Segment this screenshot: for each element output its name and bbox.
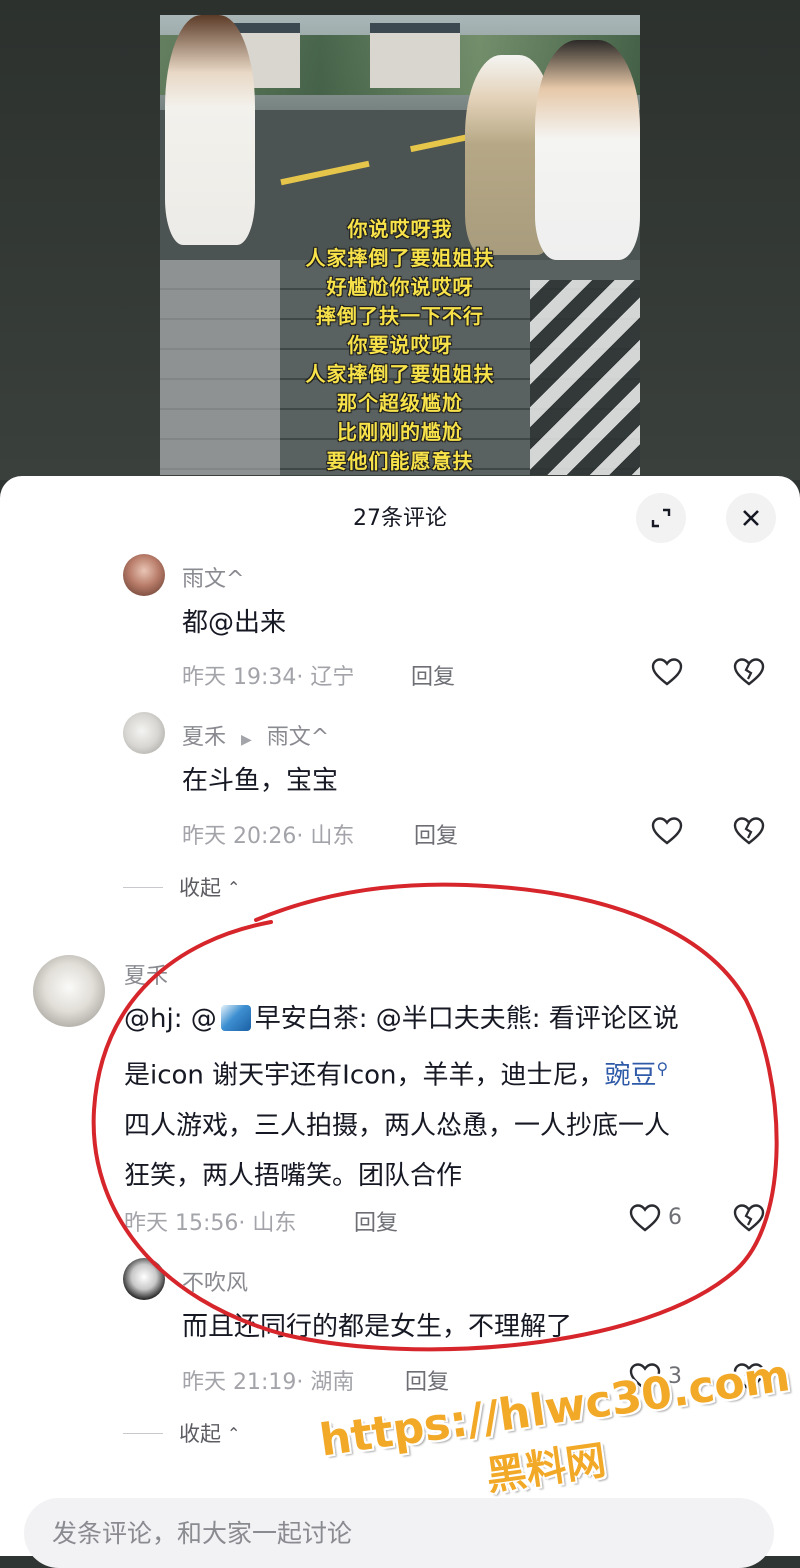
- subtitle-line: 摔倒了扶一下不行: [316, 304, 484, 328]
- divider: [123, 1432, 163, 1434]
- close-icon: [743, 510, 759, 526]
- close-button[interactable]: [726, 493, 776, 543]
- red-annotation-circle: [91, 882, 779, 1352]
- commenter-name[interactable]: 雨文^: [182, 561, 244, 593]
- comment-time-location: 昨天 19:34· 辽宁: [182, 665, 355, 690]
- reply-arrow-icon: ▶: [241, 732, 252, 748]
- like-heart-icon[interactable]: [650, 814, 684, 848]
- reply-button[interactable]: 回复: [405, 1364, 449, 1396]
- video-background: 你说哎呀我 人家摔倒了要姐姐扶 好尴尬你说哎呀 摔倒了扶一下不行 你要说哎呀 人…: [0, 0, 800, 480]
- reply-button[interactable]: 回复: [411, 659, 455, 691]
- commenter-name[interactable]: 夏禾: [182, 725, 226, 750]
- chevron-up-icon: ⌃: [227, 1423, 241, 1443]
- subtitle-line: 要他们能愿意扶: [326, 449, 474, 473]
- subtitle-line: 人家摔倒了要姐姐扶: [305, 246, 495, 270]
- comment-text: 都@出来: [182, 608, 287, 638]
- expand-button[interactable]: [636, 493, 686, 543]
- subtitle-block: 你说哎呀我 人家摔倒了要姐姐扶 好尴尬你说哎呀 摔倒了扶一下不行 你要说哎呀 人…: [160, 215, 640, 475]
- like-heart-icon[interactable]: [650, 655, 684, 689]
- road-marking: [410, 133, 470, 153]
- road-marking: [280, 160, 370, 186]
- comment-time-location: 昨天 21:19· 湖南: [182, 1370, 355, 1395]
- subtitle-line: 你要说哎呀: [347, 333, 453, 357]
- collapse-replies-button[interactable]: 收起 ⌃: [123, 1418, 240, 1448]
- subtitle-line: 比刚刚的尴尬: [337, 420, 463, 444]
- commenter-name-row: 夏禾 ▶ 雨文^: [182, 719, 329, 751]
- reply-target-name[interactable]: 雨文^: [267, 725, 329, 750]
- subtitle-line: 人家摔倒了要姐姐扶: [305, 362, 495, 386]
- dislike-broken-heart-icon[interactable]: [732, 814, 766, 848]
- dislike-broken-heart-icon[interactable]: [732, 655, 766, 689]
- comment-input[interactable]: [50, 1512, 754, 1554]
- subtitle-line: 你说哎呀我: [347, 217, 453, 241]
- expand-icon: [651, 508, 671, 528]
- video-house: [370, 23, 460, 88]
- video-person-left: [165, 15, 255, 245]
- video-frame[interactable]: 你说哎呀我 人家摔倒了要姐姐扶 好尴尬你说哎呀 摔倒了扶一下不行 你要说哎呀 人…: [160, 15, 640, 475]
- reply-button[interactable]: 回复: [414, 818, 458, 850]
- collapse-label: 收起: [179, 1422, 221, 1446]
- comment-time-location: 昨天 20:26· 山东: [182, 824, 355, 849]
- comment-text: 在斗鱼，宝宝: [182, 766, 339, 796]
- avatar[interactable]: [123, 712, 165, 754]
- avatar[interactable]: [123, 554, 165, 596]
- subtitle-line: 那个超级尴尬: [337, 391, 463, 415]
- subtitle-line: 好尴尬你说哎呀: [326, 275, 474, 299]
